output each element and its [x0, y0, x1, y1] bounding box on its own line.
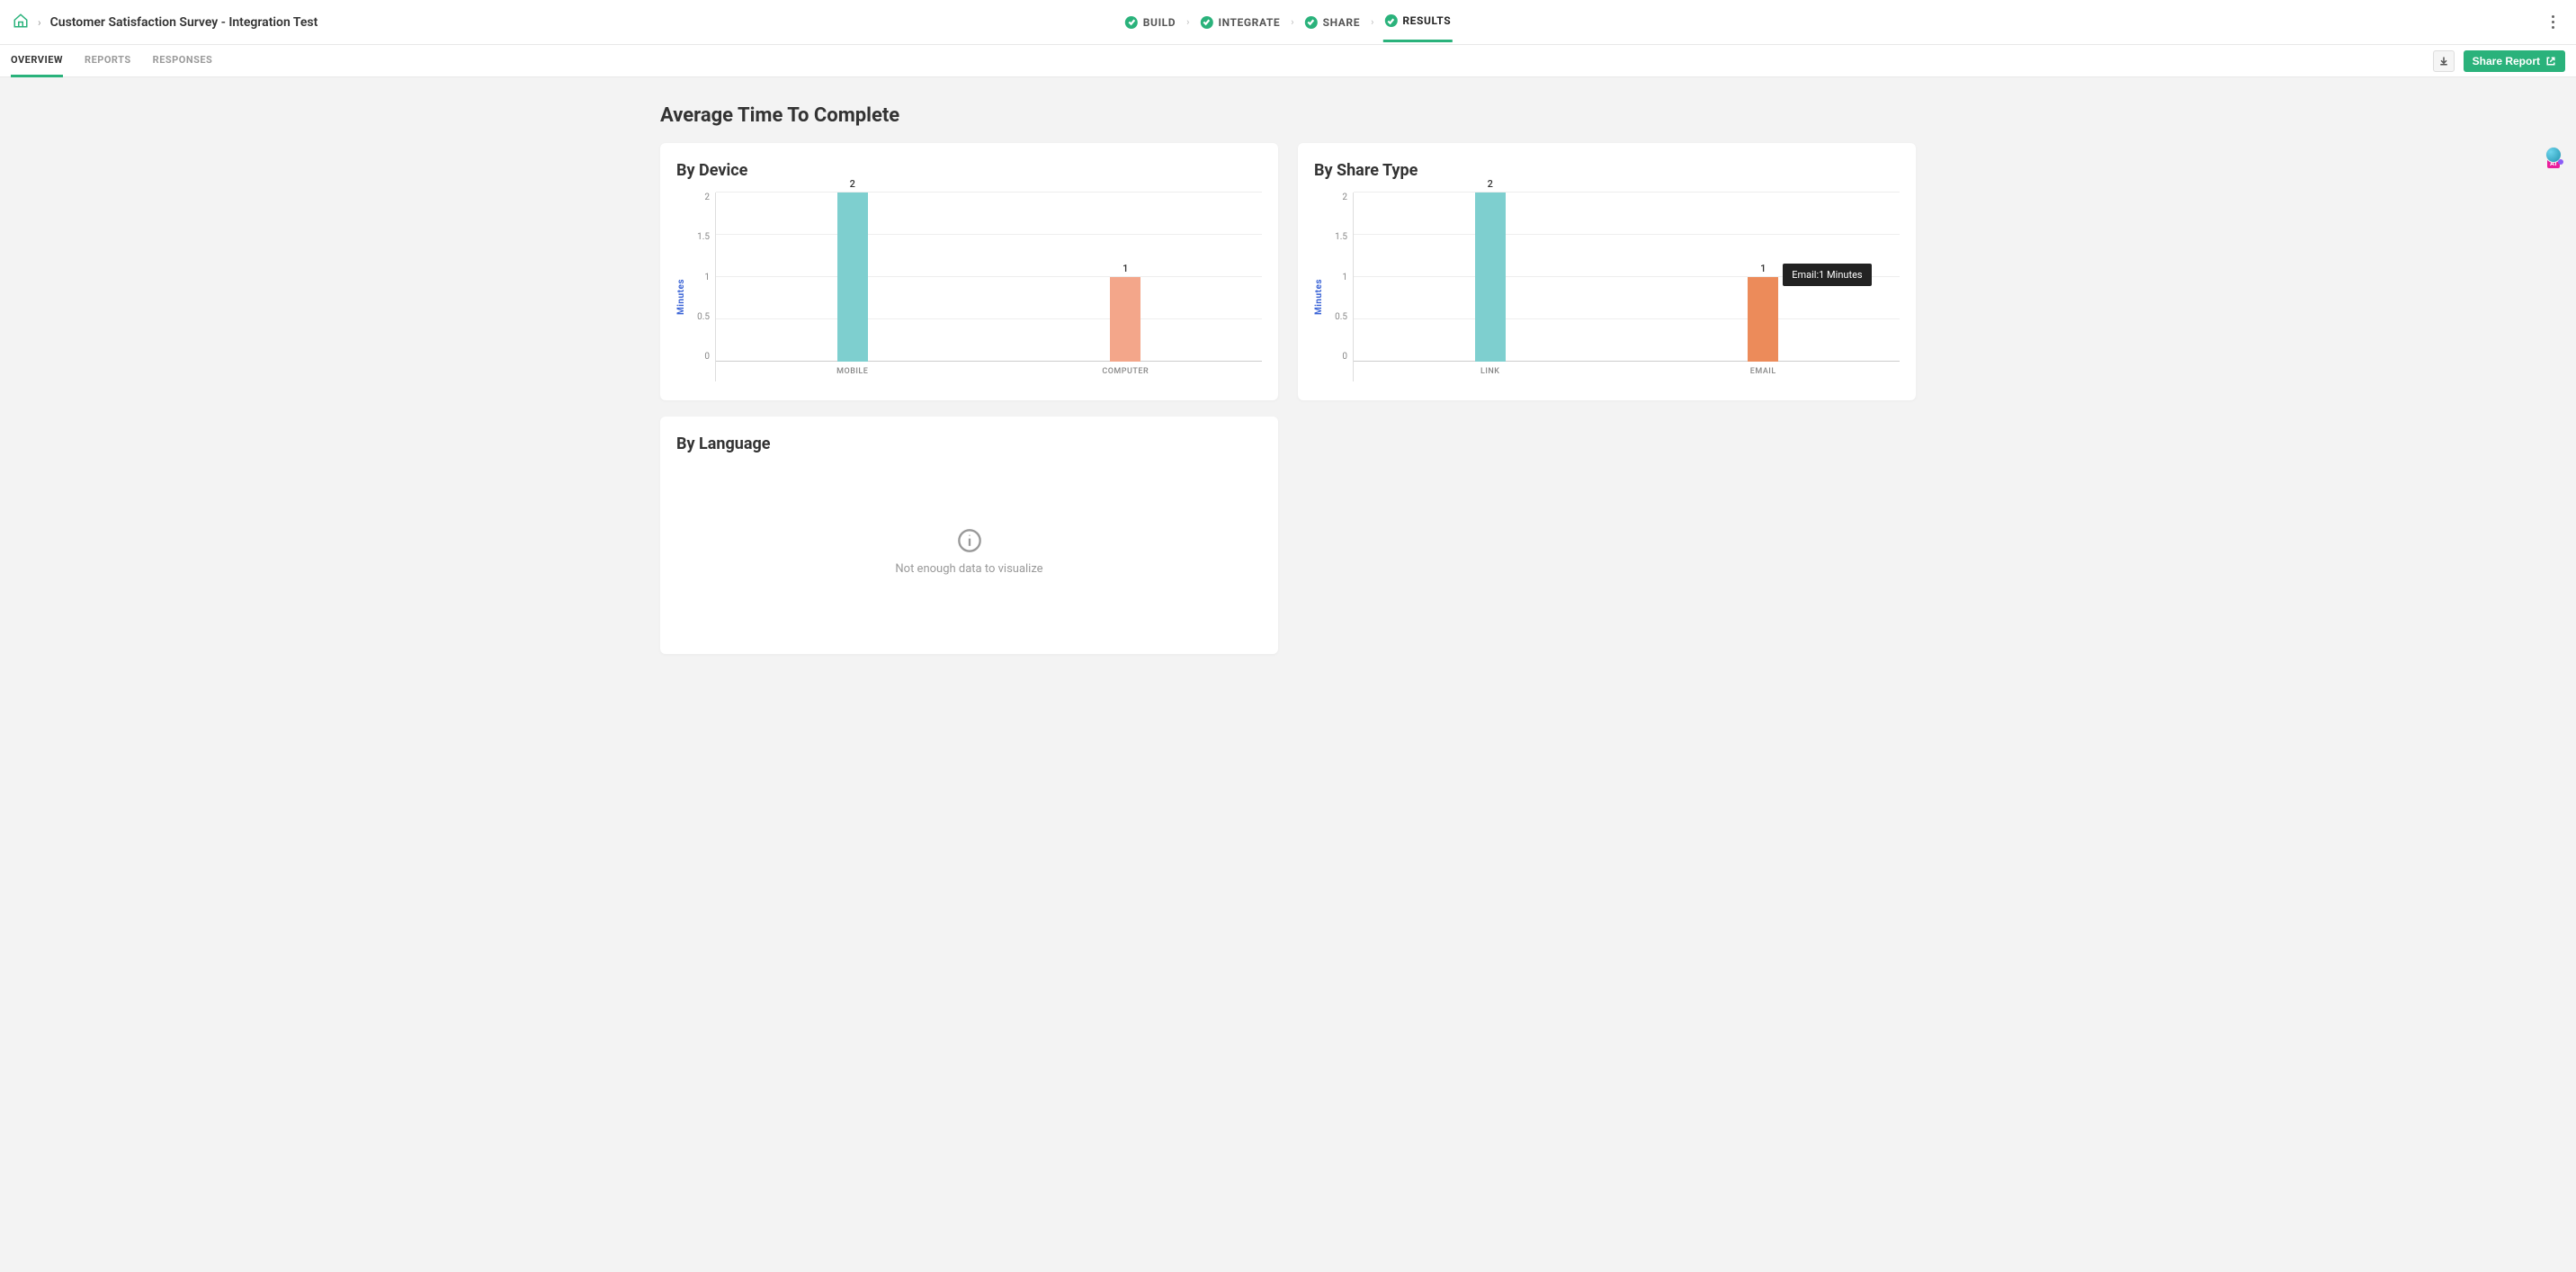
x-category-label: LINK [1354, 363, 1627, 381]
ai-orb-icon [2545, 147, 2562, 163]
chart-by-share-type: Minutes 2 1.5 1 0.5 0 [1314, 193, 1900, 381]
breadcrumb-title: Customer Satisfaction Survey - Integrati… [50, 15, 318, 30]
share-report-label: Share Report [2473, 55, 2540, 67]
bar-mobile[interactable]: 2 [837, 193, 868, 362]
bar-value-label: 1 [1123, 263, 1128, 274]
tab-responses[interactable]: RESPONSES [153, 45, 213, 77]
bar-link[interactable]: 2 [1475, 193, 1506, 362]
check-icon [1125, 16, 1138, 29]
ai-assistant-badge[interactable]: AI [2540, 144, 2567, 171]
x-category-label: COMPUTER [989, 363, 1263, 381]
y-axis-ticks: 2 1.5 1 0.5 0 [1329, 193, 1353, 381]
home-icon[interactable] [13, 13, 29, 32]
x-category-label: MOBILE [716, 363, 989, 381]
tab-reports[interactable]: REPORTS [85, 45, 131, 77]
card-by-share-type: By Share Type Minutes 2 1.5 1 0.5 0 [1298, 143, 1916, 400]
ytick: 1 [692, 273, 710, 282]
step-results[interactable]: RESULTS [1382, 2, 1453, 42]
chevron-right-icon: › [1371, 16, 1373, 28]
ytick: 2 [1329, 193, 1347, 202]
ytick: 1.5 [692, 232, 710, 242]
ytick: 1 [1329, 273, 1347, 282]
share-report-button[interactable]: Share Report [2464, 50, 2565, 72]
ytick: 0.5 [692, 312, 710, 322]
card-title: By Share Type [1314, 161, 1900, 180]
ytick: 0 [692, 352, 710, 362]
step-integrate[interactable]: INTEGRATE [1198, 4, 1282, 41]
external-link-icon [2545, 56, 2556, 67]
download-button[interactable] [2433, 50, 2455, 72]
ytick: 0 [1329, 352, 1347, 362]
bar-computer[interactable]: 1 [1110, 277, 1140, 362]
tab-overview[interactable]: OVERVIEW [11, 45, 63, 77]
top-bar: › Customer Satisfaction Survey - Integra… [0, 0, 2576, 45]
x-category-label: EMAIL [1627, 363, 1901, 381]
ytick: 0.5 [1329, 312, 1347, 322]
step-label: INTEGRATE [1218, 16, 1280, 29]
y-axis-label: Minutes [676, 259, 686, 315]
plot-area: 2 1 Email:1 Minutes LINK [1353, 193, 1900, 381]
chart-tooltip: Email:1 Minutes [1783, 264, 1871, 286]
info-icon [957, 528, 982, 553]
tabs-bar: OVERVIEW REPORTS RESPONSES Share Report [0, 45, 2576, 77]
check-icon [1200, 16, 1212, 29]
check-icon [1305, 16, 1318, 29]
y-axis-label: Minutes [1314, 259, 1324, 315]
ytick: 1.5 [1329, 232, 1347, 242]
section-title: Average Time To Complete [660, 77, 1916, 143]
step-label: BUILD [1143, 16, 1176, 29]
more-menu-icon[interactable] [2542, 12, 2563, 33]
step-label: SHARE [1323, 16, 1360, 29]
card-title: By Device [676, 161, 1262, 180]
empty-state: Not enough data to visualize [676, 466, 1262, 637]
chart-by-device: Minutes 2 1.5 1 0.5 0 [676, 193, 1262, 381]
card-by-language: By Language Not enough data to visualize [660, 417, 1278, 654]
chevron-right-icon: › [1186, 16, 1189, 28]
card-title: By Language [676, 434, 1262, 453]
main-area: Average Time To Complete By Device Minut… [0, 77, 2576, 1272]
plot-area: 2 1 MOBILE COMPUTER [715, 193, 1262, 381]
bar-value-label: 2 [850, 178, 855, 190]
step-build[interactable]: BUILD [1123, 4, 1177, 41]
bar-value-label: 2 [1488, 178, 1493, 190]
chevron-right-icon: › [1291, 16, 1293, 28]
step-label: RESULTS [1402, 14, 1451, 27]
empty-state-text: Not enough data to visualize [895, 562, 1042, 576]
ytick: 2 [692, 193, 710, 202]
breadcrumb-chevron-icon: › [38, 16, 41, 29]
bar-value-label: 1 [1760, 263, 1766, 274]
progress-steps: BUILD › INTEGRATE › SHARE › RESULTS [1123, 2, 1453, 42]
bar-email[interactable]: 1 [1748, 277, 1778, 362]
card-by-device: By Device Minutes 2 1.5 1 0.5 0 [660, 143, 1278, 400]
y-axis-ticks: 2 1.5 1 0.5 0 [692, 193, 715, 381]
check-icon [1384, 14, 1397, 27]
step-share[interactable]: SHARE [1303, 4, 1362, 41]
